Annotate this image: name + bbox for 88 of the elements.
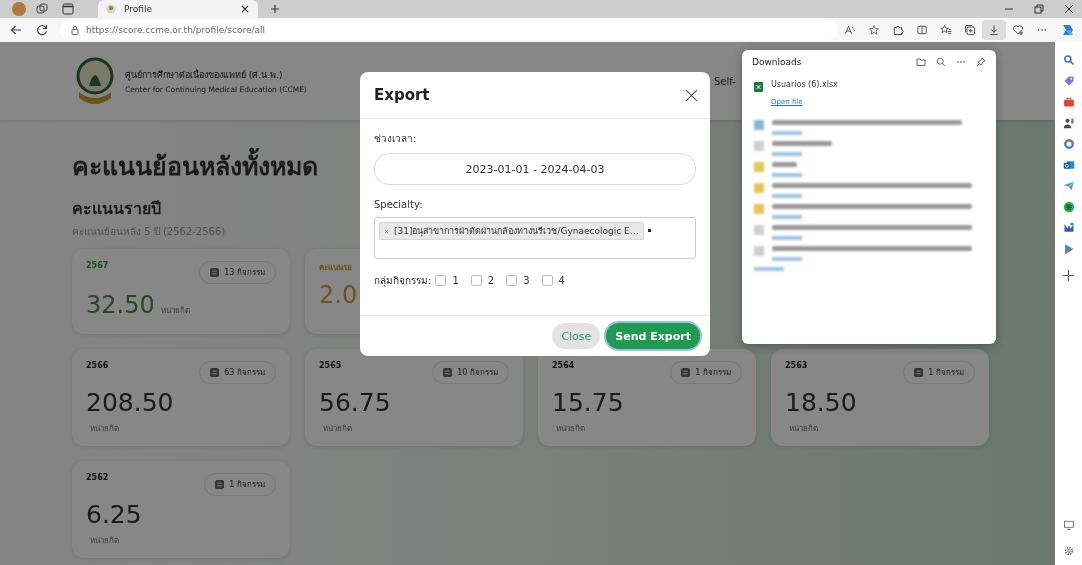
- site-icon: [106, 4, 116, 14]
- unit-label: หน่วยกิต: [323, 423, 353, 435]
- browser-tab[interactable]: Profile: [98, 0, 258, 18]
- panel-title: Downloads: [752, 57, 803, 67]
- send-export-button[interactable]: Send Export: [606, 323, 700, 349]
- unit-label: หน่วยกิต: [556, 423, 586, 435]
- unit-label: หน่วยกิต: [90, 423, 120, 435]
- people-icon[interactable]: [1062, 117, 1075, 129]
- lock-icon: [70, 25, 80, 35]
- checkbox-label: 4: [558, 275, 565, 286]
- spreadsheet-file-icon: [754, 82, 763, 92]
- restore-icon[interactable]: [1034, 4, 1044, 14]
- settings-icon[interactable]: [1062, 545, 1075, 557]
- specialty-tag: [31]อนุสาขาการผ่าตัดผ่านกล้องทางนรีเวช/Gynaecologic E…: [379, 222, 644, 240]
- split-screen-icon[interactable]: [916, 24, 928, 36]
- new-tab-icon[interactable]: [270, 4, 280, 14]
- close-icon[interactable]: [240, 4, 250, 14]
- year-label: 2567: [86, 261, 109, 270]
- checkbox[interactable]: [470, 275, 482, 286]
- checkbox-label: 2: [487, 275, 495, 286]
- field-label: กลุ่มกิจกรรม:: [374, 274, 432, 288]
- list-icon: [681, 368, 691, 377]
- year-label: 2565: [319, 361, 342, 370]
- music-circle-icon[interactable]: [1062, 201, 1075, 213]
- field-label: ช่วงเวลา:: [374, 132, 418, 146]
- app-logo-icon[interactable]: [1062, 222, 1075, 234]
- section-title: คะแนนรายปี: [72, 198, 161, 220]
- read-aloud-icon[interactable]: [844, 24, 856, 36]
- workspaces-icon[interactable]: [36, 3, 48, 15]
- play-store-icon[interactable]: [1062, 243, 1075, 255]
- heart-pulse-icon[interactable]: [1012, 24, 1024, 36]
- year-label: คะแนนรอ: [319, 262, 352, 274]
- star-icon[interactable]: [868, 24, 880, 36]
- list-icon: [914, 368, 924, 377]
- nav-link[interactable]: Self-: [714, 76, 736, 87]
- year-label: 2563: [785, 361, 808, 370]
- search-icon[interactable]: [936, 57, 946, 67]
- credit-value: 6.25: [86, 500, 143, 530]
- checkbox[interactable]: [435, 275, 447, 286]
- add-icon[interactable]: [1063, 270, 1074, 281]
- favorites-icon[interactable]: [940, 24, 952, 36]
- pin-icon[interactable]: [976, 57, 986, 67]
- credit-value: 18.50: [785, 388, 858, 418]
- unit-label: หน่วยกิต: [90, 535, 120, 547]
- organization-name: ศูนย์การศึกษาต่อเนื่องของแพทย์ (ศ.น.พ.): [125, 68, 284, 82]
- date-range-field[interactable]: 2023-01-01 - 2024-04-03: [374, 153, 696, 185]
- dialog-title: Export: [374, 86, 430, 104]
- list-icon: [443, 368, 453, 377]
- briefcase-icon[interactable]: [1062, 96, 1075, 108]
- credit-value: 208.50: [86, 388, 175, 418]
- tag-icon[interactable]: [1062, 75, 1075, 87]
- unit-label: หน่วยกิต: [160, 305, 190, 317]
- checkbox[interactable]: [506, 275, 518, 286]
- checkbox-label: 1: [452, 275, 459, 286]
- mail-app-icon[interactable]: [1062, 159, 1075, 171]
- credit-value: 32.50: [86, 290, 155, 320]
- file-name: Usuarios (6).xlsx: [771, 80, 838, 89]
- collections-icon[interactable]: [964, 24, 976, 36]
- paper-plane-icon[interactable]: [1062, 180, 1075, 192]
- checkbox-label: 3: [523, 275, 530, 286]
- close-window-icon[interactable]: [1064, 4, 1074, 14]
- ring-icon[interactable]: [1062, 138, 1075, 150]
- specialty-select[interactable]: [31]อนุสาขาการผ่าตัดผ่านกล้องทางนรีเวช/Gynaecologic E…: [374, 217, 696, 259]
- list-icon: [215, 480, 225, 489]
- year-label: 2566: [86, 361, 109, 370]
- blurred-download-item: [754, 162, 802, 177]
- copilot-icon[interactable]: [1060, 22, 1076, 38]
- screen-icon[interactable]: [1062, 519, 1075, 531]
- address-bar[interactable]: https://score.ccme.or.th/profile/score/all: [60, 20, 838, 40]
- year-label: 2562: [86, 473, 109, 482]
- text-cursor-icon: [647, 229, 651, 232]
- download-icon[interactable]: [988, 24, 1000, 36]
- year-label: 2564: [552, 361, 575, 370]
- close-icon[interactable]: [685, 88, 698, 102]
- list-icon: [210, 368, 220, 377]
- list-icon: [210, 268, 220, 277]
- back-icon[interactable]: [10, 24, 22, 36]
- puzzle-icon[interactable]: [892, 24, 904, 36]
- refresh-icon[interactable]: [36, 24, 48, 36]
- credit-value: 56.75: [319, 388, 392, 418]
- tab-actions-icon[interactable]: [62, 3, 74, 15]
- folder-icon[interactable]: [916, 57, 926, 67]
- credit-value: 2.0: [319, 280, 358, 310]
- search-icon[interactable]: [1062, 54, 1075, 66]
- unit-label: หน่วยกิต: [789, 423, 819, 435]
- checkbox[interactable]: [541, 275, 553, 286]
- credit-value: 15.75: [552, 388, 625, 418]
- field-label: Specialty:: [374, 199, 424, 210]
